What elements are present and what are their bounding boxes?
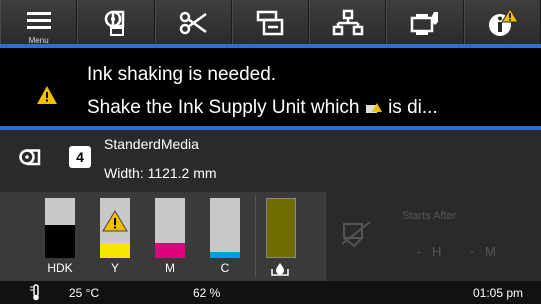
menu-icon [26,12,51,29]
ink-status-panel[interactable]: HDK Y M C [0,192,325,281]
ink-level-hdk [45,225,75,258]
ink-shaking-notification[interactable]: Ink shaking is needed. Shake the Ink Sup… [0,44,541,130]
humidity-value: 62 % [193,286,221,300]
notification-title: Ink shaking is needed. [87,64,277,85]
ink-label: C [220,261,230,275]
ink-tank [210,198,240,258]
network-icon [332,9,364,36]
menu-button[interactable]: Menu [0,0,78,46]
ink-tank [155,198,185,258]
waste-ink-icon [271,263,289,276]
cut-icon [179,11,207,35]
notification-message: Shake the Ink Supply Unit which is di... [87,97,438,119]
media-settings-button[interactable] [77,0,155,46]
ink-supply-warning-icon [365,102,382,113]
maintenance-icon [410,12,439,35]
copy-button[interactable] [231,0,310,46]
minutes-dash: - [470,244,475,259]
maintenance-box-level[interactable] [266,198,296,258]
media-number-badge: 4 [69,146,91,168]
ink-warning-icon [102,210,128,232]
roll-media-icon [19,149,41,166]
ink-level-m [155,243,185,258]
ink-label: M [165,261,175,275]
warning-icon [37,86,57,104]
ink-tank [100,198,130,258]
starts-after-label: Starts After [402,210,457,222]
info-warning-icon [489,8,520,36]
temperature-value: 25 °C [69,286,100,300]
network-button[interactable] [309,0,387,46]
ink-label: HDK [47,261,73,275]
notification-message-start: Shake the Ink Supply Unit which [87,97,360,118]
ink-tank [45,198,75,258]
copy-icon [257,10,284,36]
info-button[interactable] [463,0,541,46]
media-width: Width: 1121.2 mm [104,165,217,181]
ink-level-y [100,243,130,258]
top-toolbar: Menu [0,0,541,46]
hours-dash: - [417,244,422,259]
divider [255,196,256,276]
minutes-unit: M [485,244,496,259]
clock-time: 01:05 pm [473,286,524,300]
maintenance-button[interactable] [386,0,464,46]
notification-message-end: is di... [388,97,438,118]
thermometer-icon [30,284,39,301]
status-bar: 25 °C 62 % 01:05 pm [0,281,541,304]
cut-button[interactable] [154,0,232,46]
hours-unit: H [432,244,442,259]
media-name: StanderdMedia [104,136,199,152]
ink-strip-c [210,252,240,258]
starts-after-panel: Starts After - H - M [325,192,541,281]
media-settings-icon [104,10,125,36]
media-cut-disabled-icon [341,221,371,248]
media-info-panel[interactable]: 4 StanderdMedia Width: 1121.2 mm [0,130,541,192]
ink-label: Y [110,261,119,275]
